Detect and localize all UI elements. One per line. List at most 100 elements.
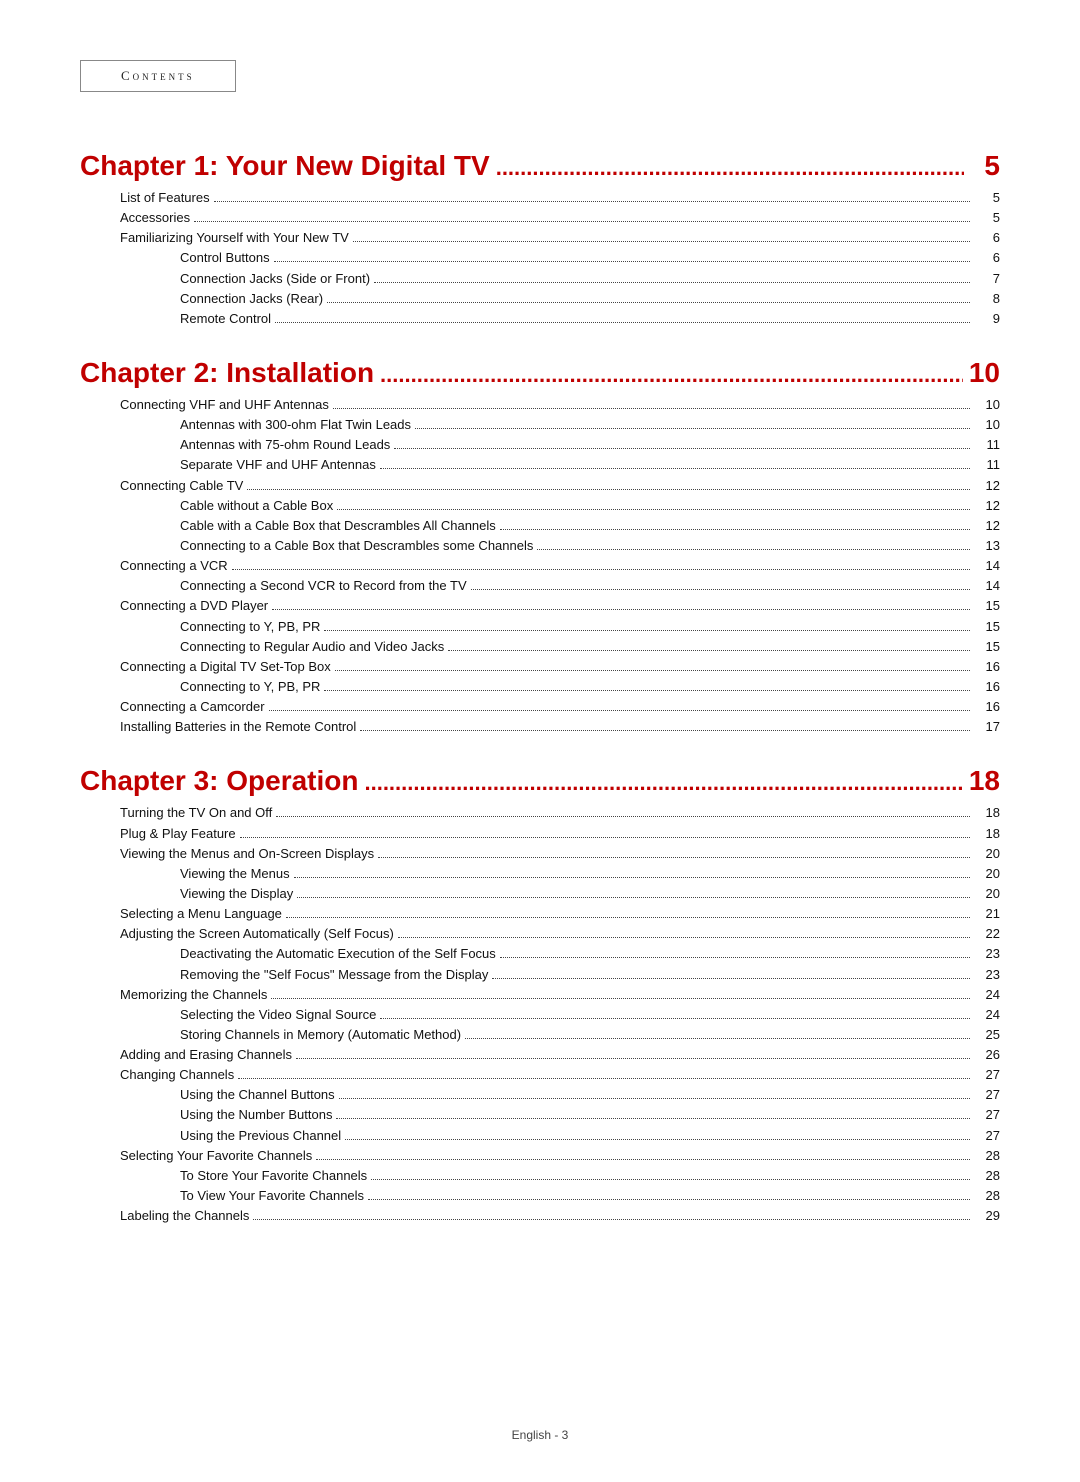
toc-dots — [232, 569, 970, 570]
toc-page-num: 23 — [974, 965, 1000, 985]
toc-entry-text: Cable with a Cable Box that Descrambles … — [180, 516, 496, 536]
toc-entry: Removing the "Self Focus" Message from t… — [80, 965, 1000, 985]
toc-entry-text: Antennas with 75-ohm Round Leads — [180, 435, 390, 455]
toc-entry: Using the Number Buttons27 — [80, 1105, 1000, 1125]
toc-entry: Deactivating the Automatic Execution of … — [80, 944, 1000, 964]
page: Contents Chapter 1: Your New Digital TV … — [0, 0, 1080, 1482]
chapter-page-num: 10 — [969, 357, 1000, 389]
toc-entry: Control Buttons6 — [80, 248, 1000, 268]
toc-page-num: 14 — [974, 556, 1000, 576]
toc-dots — [271, 998, 970, 999]
toc-dots — [333, 408, 970, 409]
toc-page-num: 7 — [974, 269, 1000, 289]
toc-entry: Memorizing the Channels24 — [80, 985, 1000, 1005]
toc-page-num: 28 — [974, 1186, 1000, 1206]
toc-entry: List of Features5 — [80, 188, 1000, 208]
toc-entry-text: Adding and Erasing Channels — [120, 1045, 292, 1065]
toc-entry-text: Connection Jacks (Side or Front) — [180, 269, 370, 289]
toc-entry: Remote Control9 — [80, 309, 1000, 329]
toc-page-num: 16 — [974, 697, 1000, 717]
toc-entry: Connection Jacks (Rear)8 — [80, 289, 1000, 309]
toc-dots — [286, 917, 970, 918]
toc-dots — [194, 221, 970, 222]
toc-page-num: 27 — [974, 1085, 1000, 1105]
toc-entry-text: Separate VHF and UHF Antennas — [180, 455, 376, 475]
toc-page-num: 25 — [974, 1025, 1000, 1045]
toc-entry-text: Using the Previous Channel — [180, 1126, 341, 1146]
toc-entry-text: Viewing the Menus and On-Screen Displays — [120, 844, 374, 864]
toc-page-num: 21 — [974, 904, 1000, 924]
toc-entry: Using the Channel Buttons 27 — [80, 1085, 1000, 1105]
toc-dots — [537, 549, 970, 550]
toc-entry-text: Remote Control — [180, 309, 271, 329]
toc-dots — [500, 957, 970, 958]
toc-entry: Changing Channels27 — [80, 1065, 1000, 1085]
toc-page-num: 14 — [974, 576, 1000, 596]
toc-dots — [296, 1058, 970, 1059]
toc-entry: Separate VHF and UHF Antennas 11 — [80, 455, 1000, 475]
chapter-page-num: 5 — [970, 150, 1000, 182]
toc-page-num: 28 — [974, 1166, 1000, 1186]
toc-entry: Cable with a Cable Box that Descrambles … — [80, 516, 1000, 536]
toc-dots — [465, 1038, 970, 1039]
toc-entry: Connecting to Y, PB, PR15 — [80, 617, 1000, 637]
toc-page-num: 16 — [974, 677, 1000, 697]
toc-dots — [324, 690, 970, 691]
toc-entry-text: Connecting a DVD Player — [120, 596, 268, 616]
contents-header-box: Contents — [80, 60, 236, 92]
toc-page-num: 12 — [974, 476, 1000, 496]
toc-entry: Connecting to Regular Audio and Video Ja… — [80, 637, 1000, 657]
toc-entry-text: Removing the "Self Focus" Message from t… — [180, 965, 488, 985]
toc-entry: Viewing the Menus20 — [80, 864, 1000, 884]
toc-dots — [327, 302, 970, 303]
toc-entry-text: Connecting a Digital TV Set-Top Box — [120, 657, 331, 677]
toc-entry: Connecting a VCR 14 — [80, 556, 1000, 576]
toc-page-num: 26 — [974, 1045, 1000, 1065]
toc-entry: Connecting to a Cable Box that Descrambl… — [80, 536, 1000, 556]
toc-dots — [336, 1118, 970, 1119]
toc-page-num: 15 — [974, 596, 1000, 616]
chapter-page-num: 18 — [969, 765, 1000, 797]
toc-dots — [353, 241, 970, 242]
toc-entry: Selecting the Video Signal Source24 — [80, 1005, 1000, 1025]
toc-entry-text: Using the Channel Buttons — [180, 1085, 335, 1105]
toc-entry: Connection Jacks (Side or Front) 7 — [80, 269, 1000, 289]
toc-entry-text: Adjusting the Screen Automatically (Self… — [120, 924, 394, 944]
toc-page-num: 11 — [974, 455, 1000, 475]
toc-dots — [368, 1199, 970, 1200]
toc-dots — [471, 589, 970, 590]
toc-dots — [371, 1179, 970, 1180]
toc-dots — [269, 710, 970, 711]
toc-entry-text: Selecting Your Favorite Channels — [120, 1146, 312, 1166]
toc-page-num: 5 — [974, 188, 1000, 208]
toc-entry-text: To Store Your Favorite Channels — [180, 1166, 367, 1186]
toc-page-num: 12 — [974, 516, 1000, 536]
toc-entry: Connecting a Digital TV Set-Top Box16 — [80, 657, 1000, 677]
toc-entry-text: Viewing the Menus — [180, 864, 290, 884]
chapter-dots: ........................................… — [380, 362, 963, 388]
toc-entry-text: To View Your Favorite Channels — [180, 1186, 364, 1206]
toc-entry: Familiarizing Yourself with Your New TV6 — [80, 228, 1000, 248]
toc-dots — [380, 468, 970, 469]
toc-entry-text: Familiarizing Yourself with Your New TV — [120, 228, 349, 248]
toc-entry-text: Connecting a VCR — [120, 556, 228, 576]
toc-page-num: 12 — [974, 496, 1000, 516]
toc-entry-text: Deactivating the Automatic Execution of … — [180, 944, 496, 964]
toc-entry: Plug & Play Feature18 — [80, 824, 1000, 844]
toc-dots — [238, 1078, 970, 1079]
toc-dots — [274, 261, 970, 262]
toc-entry: Adjusting the Screen Automatically (Self… — [80, 924, 1000, 944]
toc-entry: Adding and Erasing Channels 26 — [80, 1045, 1000, 1065]
toc-dots — [316, 1159, 970, 1160]
toc-page-num: 20 — [974, 844, 1000, 864]
toc-dots — [380, 1018, 970, 1019]
toc-dots — [500, 529, 970, 530]
toc-dots — [253, 1219, 970, 1220]
toc-entry: Connecting Cable TV12 — [80, 476, 1000, 496]
toc-entry-text: Connecting to Y, PB, PR — [180, 617, 320, 637]
toc-page-num: 22 — [974, 924, 1000, 944]
toc-entry: To View Your Favorite Channels 28 — [80, 1186, 1000, 1206]
toc-dots — [374, 282, 970, 283]
contents-title: Contents — [121, 68, 195, 83]
toc-entry: Selecting Your Favorite Channels28 — [80, 1146, 1000, 1166]
